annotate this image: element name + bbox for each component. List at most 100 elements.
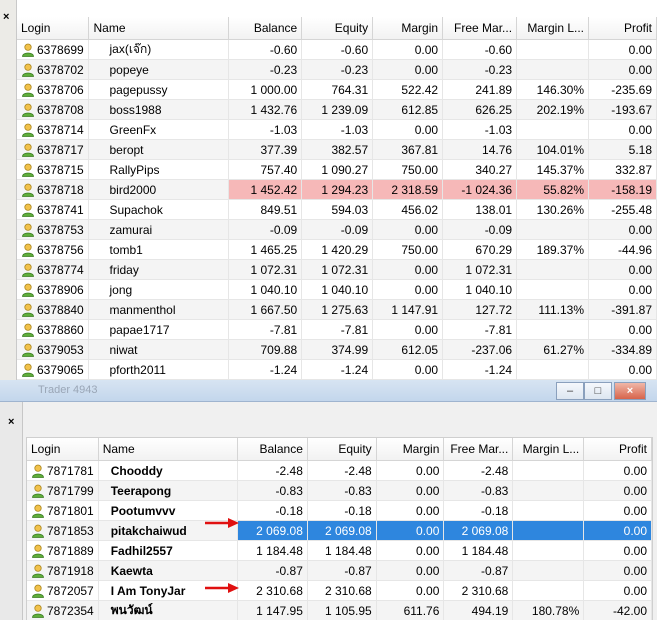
cell-login: 6378717 (17, 139, 90, 160)
cell-profit: -235.69 (588, 79, 657, 100)
cell-equity: 382.57 (301, 139, 374, 160)
col-header-margin[interactable]: Margin (376, 438, 445, 461)
table-row[interactable]: 6378906 jong 1 040.10 1 040.10 0.00 1 040.10 0… (17, 279, 657, 300)
table-row[interactable]: 7871799 Teerapong -0.83 -0.83 0.00 -0.83 0.00 (27, 480, 652, 501)
close-window-button[interactable]: × (614, 382, 646, 400)
table-row[interactable]: 6378741 Supachok 849.51 594.03 456.02 138.01 1… (17, 199, 657, 220)
table-row[interactable]: 6378706 pagepussy 1 000.00 764.31 522.42 241.… (17, 79, 657, 100)
cell-margin-level (516, 359, 590, 380)
table-row[interactable]: 6378840 manmenthol 1 667.50 1 275.63 1 147.9… (17, 299, 657, 320)
table-row[interactable]: 7871853 pitakchaiwud 2 069.08 2 069.08 0.00 2… (27, 520, 652, 541)
table-row[interactable]: 6378702 popeye -0.23 -0.23 0.00 -0.23 0.00 (17, 59, 657, 80)
table-row[interactable]: 6378714 GreenFx -1.03 -1.03 0.00 -1.03 0.00 (17, 119, 657, 140)
cell-margin-level (516, 259, 590, 280)
maximize-button[interactable]: □ (584, 382, 612, 400)
table-row[interactable]: 7871918 Kaewta -0.87 -0.87 0.00 -0.87 0.00 (27, 560, 652, 581)
login-text: 7871799 (47, 483, 94, 498)
table-row[interactable]: 6378718 bird2000 1 452.42 1 294.23 2 318.59-… (17, 179, 657, 200)
login-text: 6378756 (37, 242, 84, 257)
close-icon[interactable]: × (3, 12, 9, 23)
close-icon[interactable]: × (8, 416, 14, 428)
cell-profit: 0.00 (588, 59, 657, 80)
cell-name: Fadhil2557 (98, 540, 239, 561)
cell-login: 6378756 (17, 239, 90, 260)
col-header-name[interactable]: Name (88, 17, 230, 40)
col-header-login[interactable]: Login (27, 438, 99, 461)
login-text: 7871781 (47, 463, 94, 478)
cell-free-margin: 14.76 (442, 139, 518, 160)
cell-free-margin: 138.01 (442, 199, 518, 220)
cell-margin: 0.00 (372, 259, 444, 280)
cell-login: 7871889 (27, 540, 99, 561)
user-icon (21, 243, 37, 257)
col-header-margin-level[interactable]: Margin L... (516, 17, 590, 40)
table-row[interactable]: 7871801 Pootumvvv -0.18 -0.18 0.00 -0.18 0.00 (27, 500, 652, 521)
cell-free-margin: 1 040.10 (442, 279, 518, 300)
table-row[interactable]: 6379053 niwat 709.88 374.99 612.05 -237.06 61.… (17, 339, 657, 360)
col-header-profit[interactable]: Profit (588, 17, 657, 40)
cell-free-margin: -0.23 (442, 59, 518, 80)
cell-equity: -1.24 (301, 359, 374, 380)
cell-margin-level: 189.37% (516, 239, 590, 260)
cell-free-margin: -2.48 (443, 460, 514, 481)
table-row[interactable]: 7871889 Fadhil2557 1 184.48 1 184.48 0.00 1 1… (27, 540, 652, 561)
cell-profit: 0.00 (583, 460, 652, 481)
cell-equity: 2 069.08 (307, 520, 377, 541)
cell-free-margin: -1 024.36 (442, 179, 518, 200)
table-row[interactable]: 6378753 zamurai -0.09 -0.09 0.00 -0.09 0.00 (17, 219, 657, 240)
cell-profit: 0.00 (588, 119, 657, 140)
col-header-equity[interactable]: Equity (307, 438, 377, 461)
table-row[interactable]: 6378715 RallyPips 757.40 1 090.27 750.00 340.… (17, 159, 657, 180)
col-header-profit[interactable]: Profit (583, 438, 652, 461)
table-row[interactable]: 7871781 Chooddy -2.48 -2.48 0.00 -2.48 0.00 (27, 460, 652, 481)
col-header-equity[interactable]: Equity (301, 17, 374, 40)
cell-profit: 0.00 (583, 500, 652, 521)
col-header-name[interactable]: Name (98, 438, 239, 461)
cell-name: GreenFx (88, 119, 230, 140)
cell-margin: 0.00 (372, 119, 444, 140)
col-header-balance[interactable]: Balance (237, 438, 308, 461)
table-row[interactable]: 6378860 papae1717 -7.81 -7.81 0.00 -7.81 0.00 (17, 319, 657, 340)
cell-margin: 0.00 (372, 59, 444, 80)
cell-name: RallyPips (88, 159, 230, 180)
table-row[interactable]: 6378699 jax(เจ๊ก) -0.60 -0.60 0.00 -0.60 0.00 (17, 39, 657, 60)
login-text: 7871889 (47, 543, 94, 558)
user-icon (21, 143, 37, 157)
col-header-margin[interactable]: Margin (372, 17, 444, 40)
user-icon (31, 604, 47, 618)
cell-free-margin: 670.29 (442, 239, 518, 260)
col-header-free-margin[interactable]: Free Mar... (443, 438, 514, 461)
cell-balance: 1 000.00 (228, 79, 303, 100)
col-header-margin-level[interactable]: Margin L... (512, 438, 585, 461)
cell-login: 7871853 (27, 520, 99, 541)
table-row[interactable]: 7872057 I Am TonyJar 2 310.68 2 310.68 0.00 2… (27, 580, 652, 601)
window-titlebar[interactable]: Trader 4943 – □ × (0, 380, 657, 402)
cell-profit: 0.00 (583, 540, 652, 561)
login-text: 6378715 (37, 162, 84, 177)
cell-equity: 1 239.09 (301, 99, 374, 120)
cell-name: jax(เจ๊ก) (88, 39, 230, 60)
col-header-free-margin[interactable]: Free Mar... (442, 17, 518, 40)
cell-name: พนวัฒน์ (98, 600, 239, 620)
cell-name: boss1988 (88, 99, 230, 120)
cell-margin-level (512, 460, 585, 481)
cell-free-margin: 127.72 (442, 299, 518, 320)
cell-margin: 750.00 (372, 159, 444, 180)
login-text: 6379053 (37, 342, 84, 357)
col-header-login[interactable]: Login (17, 17, 90, 40)
table-row[interactable]: 6379065 pforth2011 -1.24 -1.24 0.00 -1.24 0.00 (17, 359, 657, 380)
cell-profit: 5.18 (588, 139, 657, 160)
cell-margin-level (516, 319, 590, 340)
cell-name: manmenthol (88, 299, 230, 320)
table-row[interactable]: 6378708 boss1988 1 432.76 1 239.09 612.85 626… (17, 99, 657, 120)
cell-balance: -0.23 (228, 59, 303, 80)
table-row[interactable]: 6378774 friday 1 072.31 1 072.31 0.00 1 072.3… (17, 259, 657, 280)
table-row[interactable]: 7872354 พนวัฒน์ 1 147.95 1 105.95 611.76 494.… (27, 600, 652, 620)
minimize-button[interactable]: – (556, 382, 584, 400)
col-header-balance[interactable]: Balance (228, 17, 303, 40)
cell-margin-level: 180.78% (512, 600, 585, 620)
cell-balance: -0.60 (228, 39, 303, 60)
table-row[interactable]: 6378717 beropt 377.39 382.57 367.81 14.76 104.… (17, 139, 657, 160)
accounts-table-bottom: Login Name Balance Equity Margin Free Ma… (26, 437, 653, 620)
table-row[interactable]: 6378756 tomb1 1 465.25 1 420.29 750.00 670.29… (17, 239, 657, 260)
